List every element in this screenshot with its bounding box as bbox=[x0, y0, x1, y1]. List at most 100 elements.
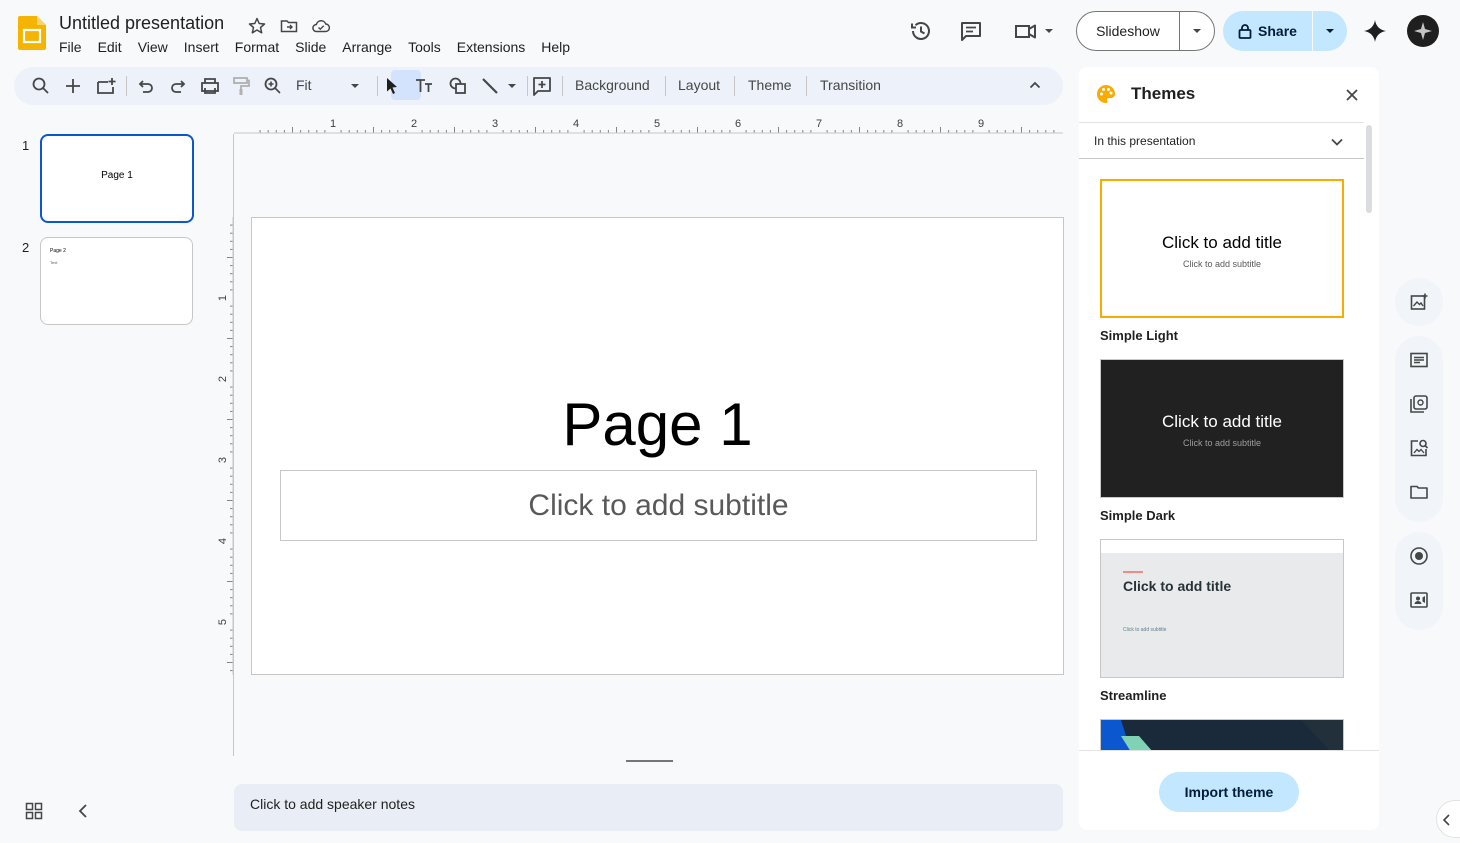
search-icon[interactable] bbox=[30, 75, 52, 97]
ruler-label: 1 bbox=[217, 295, 229, 301]
notes-resize-handle[interactable] bbox=[626, 760, 673, 762]
record-icon[interactable] bbox=[1408, 545, 1430, 567]
zoom-select[interactable]: Fit bbox=[296, 77, 312, 93]
chevron-down-icon[interactable] bbox=[350, 83, 360, 89]
meet-camera-icon[interactable] bbox=[1012, 18, 1056, 44]
lock-icon bbox=[1238, 23, 1252, 39]
dropdown-label: In this presentation bbox=[1094, 134, 1196, 148]
slideshow-button[interactable]: Slideshow bbox=[1076, 11, 1215, 51]
menu-format[interactable]: Format bbox=[235, 39, 279, 55]
slide-number: 1 bbox=[22, 138, 30, 153]
video-present-icon[interactable] bbox=[1408, 589, 1430, 611]
theme-name: Simple Dark bbox=[1100, 508, 1176, 523]
theme-preview-title: Click to add title bbox=[1162, 233, 1282, 252]
collapse-icon[interactable] bbox=[1029, 81, 1041, 89]
slideshow-label[interactable]: Slideshow bbox=[1077, 12, 1180, 50]
ruler-label: 2 bbox=[411, 118, 417, 130]
menu-slide[interactable]: Slide bbox=[295, 39, 326, 55]
slide-title[interactable]: Page 1 bbox=[252, 390, 1063, 459]
image-search-icon[interactable] bbox=[1408, 437, 1430, 459]
menu-tools[interactable]: Tools bbox=[408, 39, 441, 55]
ruler-label: 8 bbox=[897, 118, 903, 130]
menu-view[interactable]: View bbox=[138, 39, 168, 55]
star-icon[interactable] bbox=[247, 16, 267, 36]
folder-icon[interactable] bbox=[1408, 481, 1430, 503]
grid-view-icon[interactable] bbox=[25, 802, 43, 820]
theme-card-next[interactable] bbox=[1100, 719, 1344, 751]
menu-extensions[interactable]: Extensions bbox=[457, 39, 525, 55]
side-panel-toggle[interactable] bbox=[1436, 800, 1460, 838]
layout-button[interactable]: Layout bbox=[678, 77, 720, 93]
ruler-label: 7 bbox=[816, 118, 822, 130]
transition-button[interactable]: Transition bbox=[820, 77, 881, 93]
plus-icon[interactable] bbox=[62, 75, 84, 97]
photos-library-icon[interactable] bbox=[1408, 393, 1430, 415]
gemini-sparkle-icon[interactable] bbox=[1363, 19, 1387, 43]
ruler-label: 3 bbox=[492, 118, 498, 130]
menu-insert[interactable]: Insert bbox=[184, 39, 219, 55]
chevron-down-icon[interactable] bbox=[1313, 11, 1347, 51]
comment-icon[interactable] bbox=[958, 18, 984, 44]
ruler-label: 3 bbox=[217, 457, 229, 463]
slide-thumbnail-2[interactable]: Page 2 Text bbox=[40, 237, 193, 325]
chevron-down-icon[interactable] bbox=[1180, 12, 1214, 50]
theme-button[interactable]: Theme bbox=[748, 77, 792, 93]
print-icon[interactable] bbox=[199, 75, 221, 97]
comment-add-icon[interactable] bbox=[531, 75, 553, 97]
theme-preview-title: Click to add title bbox=[1123, 578, 1232, 594]
slide-canvas[interactable]: Page 1 Click to add subtitle bbox=[251, 217, 1064, 675]
slide-thumbnail-1[interactable]: Page 1 bbox=[40, 134, 194, 223]
ruler-label: 1 bbox=[330, 118, 336, 130]
menu-arrange[interactable]: Arrange bbox=[342, 39, 392, 55]
slides-logo-icon[interactable] bbox=[18, 16, 46, 50]
zoom-icon[interactable] bbox=[262, 75, 284, 97]
toolbar: Fit Background Layout Theme Transition bbox=[14, 67, 1063, 105]
ruler-label: 4 bbox=[573, 118, 579, 130]
chevron-down-icon bbox=[1330, 137, 1344, 147]
document-title[interactable]: Untitled presentation bbox=[59, 13, 224, 34]
avatar[interactable] bbox=[1407, 15, 1439, 47]
panel-title: Themes bbox=[1131, 84, 1196, 103]
thumbnail-title: Page 2 bbox=[50, 248, 66, 254]
import-theme-button[interactable]: Import theme bbox=[1159, 772, 1299, 812]
theme-source-dropdown[interactable]: In this presentation bbox=[1079, 122, 1364, 159]
share-label: Share bbox=[1258, 23, 1297, 39]
speaker-notes[interactable]: Click to add speaker notes bbox=[234, 784, 1063, 831]
ruler-label: 5 bbox=[654, 118, 660, 130]
redo-icon[interactable] bbox=[167, 75, 189, 97]
keep-notes-icon[interactable] bbox=[1408, 349, 1430, 371]
menu-edit[interactable]: Edit bbox=[98, 39, 122, 55]
ruler-label: 6 bbox=[735, 118, 741, 130]
theme-card-simple-light[interactable]: Click to add title Click to add subtitle bbox=[1100, 179, 1344, 318]
subtitle-placeholder[interactable]: Click to add subtitle bbox=[280, 470, 1037, 541]
accent-bar bbox=[1123, 571, 1143, 573]
chevron-down-icon[interactable] bbox=[507, 83, 517, 89]
background-button[interactable]: Background bbox=[575, 77, 650, 93]
close-icon[interactable] bbox=[1344, 87, 1360, 103]
theme-card-streamline[interactable]: Click to add title Click to add subtitle bbox=[1100, 539, 1344, 678]
theme-preview-title: Click to add title bbox=[1162, 412, 1282, 431]
text-box-icon[interactable] bbox=[413, 75, 435, 97]
paint-format-icon[interactable] bbox=[230, 75, 252, 97]
panel-scrollbar[interactable] bbox=[1366, 125, 1372, 213]
palette-icon bbox=[1095, 83, 1117, 105]
insert-image-icon[interactable] bbox=[1408, 291, 1430, 313]
menu-help[interactable]: Help bbox=[541, 39, 570, 55]
themes-panel: Themes In this presentation Click to add… bbox=[1079, 67, 1379, 830]
ruler-label: 2 bbox=[217, 376, 229, 382]
chevron-left-icon[interactable] bbox=[75, 802, 91, 820]
select-cursor-icon[interactable] bbox=[381, 75, 403, 97]
theme-card-simple-dark[interactable]: Click to add title Click to add subtitle bbox=[1100, 359, 1344, 498]
cloud-saved-icon[interactable] bbox=[311, 16, 331, 36]
thumbnail-body: Text bbox=[50, 260, 58, 265]
new-slide-icon[interactable] bbox=[95, 75, 117, 97]
move-folder-icon[interactable] bbox=[279, 16, 299, 36]
shape-icon[interactable] bbox=[447, 75, 469, 97]
menu-file[interactable]: File bbox=[59, 39, 82, 55]
vertical-ruler: 1 2 3 4 5 bbox=[217, 217, 234, 675]
line-icon[interactable] bbox=[479, 75, 501, 97]
history-icon[interactable] bbox=[908, 18, 934, 44]
share-button[interactable]: Share bbox=[1223, 11, 1347, 51]
ruler-label: 5 bbox=[217, 619, 229, 625]
undo-icon[interactable] bbox=[135, 75, 157, 97]
